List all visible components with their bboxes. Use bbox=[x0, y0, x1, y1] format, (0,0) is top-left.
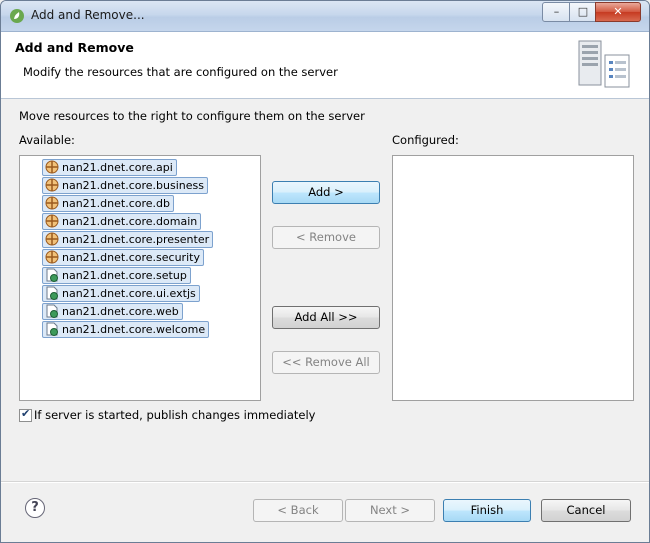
header-description: Modify the resources that are configured… bbox=[23, 65, 338, 79]
list-item-label: nan21.dnet.core.db bbox=[62, 197, 170, 210]
web-project-icon bbox=[45, 268, 59, 282]
list-item[interactable]: nan21.dnet.core.presenter bbox=[42, 231, 214, 248]
list-item-label: nan21.dnet.core.welcome bbox=[62, 323, 206, 336]
close-button[interactable]: ✕ bbox=[595, 2, 641, 22]
module-icon bbox=[45, 214, 59, 228]
available-list[interactable]: nan21.dnet.core.api nan21.dnet.core.busi… bbox=[19, 155, 261, 401]
server-icon bbox=[578, 40, 630, 88]
web-project-icon bbox=[45, 304, 59, 318]
checkmark-icon: ✔ bbox=[21, 407, 31, 420]
configured-label: Configured: bbox=[392, 133, 459, 147]
list-item[interactable]: nan21.dnet.core.web bbox=[42, 303, 183, 320]
list-item-label: nan21.dnet.core.security bbox=[62, 251, 200, 264]
finish-button[interactable]: Finish bbox=[443, 499, 531, 522]
module-icon bbox=[45, 196, 59, 210]
list-item[interactable]: nan21.dnet.core.security bbox=[42, 249, 204, 266]
minimize-button[interactable]: – bbox=[542, 2, 571, 22]
list-item-label: nan21.dnet.core.domain bbox=[62, 215, 198, 228]
remove-button[interactable]: < Remove bbox=[272, 226, 380, 249]
list-item[interactable]: nan21.dnet.core.setup bbox=[42, 267, 191, 284]
list-item-label: nan21.dnet.core.api bbox=[62, 161, 173, 174]
module-icon bbox=[45, 160, 59, 174]
list-item-label: nan21.dnet.core.web bbox=[62, 305, 179, 318]
header-title: Add and Remove bbox=[15, 40, 134, 55]
list-item[interactable]: nan21.dnet.core.api bbox=[42, 159, 177, 176]
cancel-button[interactable]: Cancel bbox=[541, 499, 631, 522]
list-item-label: nan21.dnet.core.ui.extjs bbox=[62, 287, 196, 300]
web-project-icon bbox=[45, 286, 59, 300]
window-title: Add and Remove... bbox=[31, 8, 145, 22]
web-project-icon bbox=[45, 322, 59, 336]
list-item-label: nan21.dnet.core.setup bbox=[62, 269, 187, 282]
add-all-button[interactable]: Add All >> bbox=[272, 306, 380, 329]
add-button[interactable]: Add > bbox=[272, 181, 380, 204]
instructions-text: Move resources to the right to configure… bbox=[19, 109, 365, 123]
list-item-label: nan21.dnet.core.business bbox=[62, 179, 204, 192]
module-icon bbox=[45, 178, 59, 192]
module-icon bbox=[45, 250, 59, 264]
available-label: Available: bbox=[19, 133, 75, 147]
add-remove-dialog: Add and Remove... – □ ✕ Add and Remove M… bbox=[0, 0, 650, 543]
back-button[interactable]: < Back bbox=[253, 499, 343, 522]
list-item[interactable]: nan21.dnet.core.domain bbox=[42, 213, 202, 230]
publish-checkbox[interactable]: ✔ bbox=[19, 407, 32, 422]
list-item[interactable]: nan21.dnet.core.ui.extjs bbox=[42, 285, 200, 302]
dialog-header: Add and Remove Modify the resources that… bbox=[1, 32, 649, 99]
list-item[interactable]: nan21.dnet.core.welcome bbox=[42, 321, 210, 338]
maximize-button[interactable]: □ bbox=[569, 2, 597, 22]
publish-checkbox-label[interactable]: If server is started, publish changes im… bbox=[34, 408, 315, 422]
footer-separator bbox=[1, 481, 649, 483]
title-bar[interactable]: Add and Remove... – □ ✕ bbox=[1, 1, 649, 32]
app-logo-icon bbox=[10, 9, 24, 23]
remove-all-button[interactable]: << Remove All bbox=[272, 351, 380, 374]
list-item-label: nan21.dnet.core.presenter bbox=[62, 233, 210, 246]
help-icon[interactable]: ? bbox=[25, 498, 45, 518]
next-button[interactable]: Next > bbox=[345, 499, 435, 522]
module-icon bbox=[45, 232, 59, 246]
configured-list[interactable] bbox=[392, 155, 634, 401]
list-item[interactable]: nan21.dnet.core.business bbox=[42, 177, 208, 194]
list-item[interactable]: nan21.dnet.core.db bbox=[42, 195, 174, 212]
